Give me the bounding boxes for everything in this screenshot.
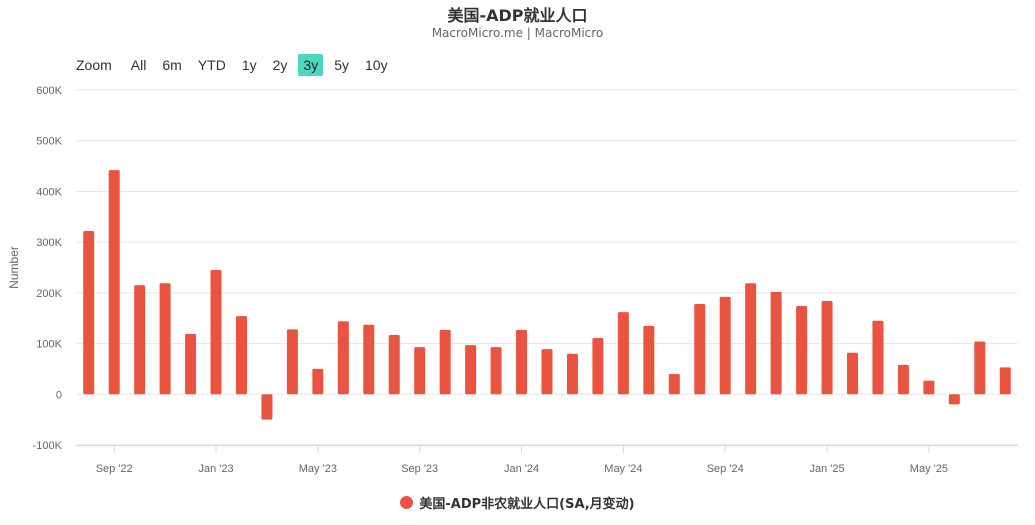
bar[interactable] (312, 368, 324, 395)
x-tick-label: Jan '25 (809, 463, 844, 475)
bar[interactable] (617, 312, 629, 395)
y-tick-label: 0 (56, 389, 62, 401)
x-axis: Sep '22 Jan '23 May '23 Sep '23 Jan '24 May '… (76, 445, 1018, 475)
y-tick-label: 600K (36, 85, 62, 97)
bar[interactable] (210, 270, 222, 395)
bar[interactable] (516, 329, 528, 395)
x-tick-label: May '25 (910, 463, 948, 475)
bar[interactable] (872, 320, 884, 395)
x-tick-label: Sep '24 (707, 463, 744, 475)
bar[interactable] (286, 329, 298, 395)
bar[interactable] (719, 296, 731, 395)
bar[interactable] (134, 285, 146, 395)
y-axis-label: Number (7, 246, 21, 289)
legend-label: 美国-ADP非农就业人口(SA,月变动) (419, 497, 635, 512)
bar[interactable] (261, 394, 273, 420)
bar[interactable] (465, 345, 477, 395)
bar[interactable] (490, 347, 502, 395)
bar[interactable] (185, 333, 197, 395)
y-tick-label: -100K (33, 440, 63, 452)
bar-chart: Number -100K 0 100K 200K 300K 400K 500K 600K Se… (7, 85, 1018, 475)
bar[interactable] (566, 353, 578, 395)
bar-series (83, 170, 1011, 420)
bar[interactable] (235, 316, 247, 395)
bar[interactable] (108, 170, 120, 395)
x-tick-label: Sep '22 (96, 463, 133, 475)
bar[interactable] (821, 300, 833, 395)
legend-item-series[interactable]: 美国-ADP非农就业人口(SA,月变动) (400, 493, 635, 512)
x-tick-label: Sep '23 (401, 463, 438, 475)
bar[interactable] (541, 349, 553, 395)
legend-marker-icon (400, 496, 414, 509)
bar[interactable] (948, 394, 960, 405)
bar[interactable] (83, 230, 95, 395)
x-tick-label: Jan '23 (198, 463, 233, 475)
bar[interactable] (999, 367, 1011, 395)
y-tick-label: 400K (36, 186, 62, 198)
bar[interactable] (897, 364, 909, 395)
y-axis-ticks: -100K 0 100K 200K 300K 400K 500K 600K (33, 85, 63, 452)
bar[interactable] (770, 291, 782, 395)
bar[interactable] (668, 374, 680, 395)
bar[interactable] (745, 283, 757, 395)
bar[interactable] (796, 306, 808, 395)
legend: 美国-ADP非农就业人口(SA,月变动) (0, 493, 1035, 512)
bar[interactable] (439, 329, 451, 395)
bar[interactable] (592, 337, 604, 395)
y-tick-label: 300K (36, 237, 62, 249)
bar[interactable] (388, 334, 400, 395)
x-tick-label: May '23 (299, 463, 337, 475)
y-tick-label: 200K (36, 288, 62, 300)
bar[interactable] (694, 304, 706, 395)
bar[interactable] (414, 347, 426, 395)
x-tick-label: Jan '24 (504, 463, 539, 475)
bar[interactable] (847, 352, 859, 395)
y-tick-label: 500K (36, 136, 62, 148)
bar[interactable] (159, 283, 171, 395)
bar[interactable] (363, 324, 375, 395)
y-tick-label: 100K (36, 339, 62, 351)
bar[interactable] (974, 341, 986, 395)
bar[interactable] (923, 380, 935, 395)
bar[interactable] (643, 325, 655, 395)
x-tick-label: May '24 (604, 463, 642, 475)
bar[interactable] (337, 321, 349, 395)
